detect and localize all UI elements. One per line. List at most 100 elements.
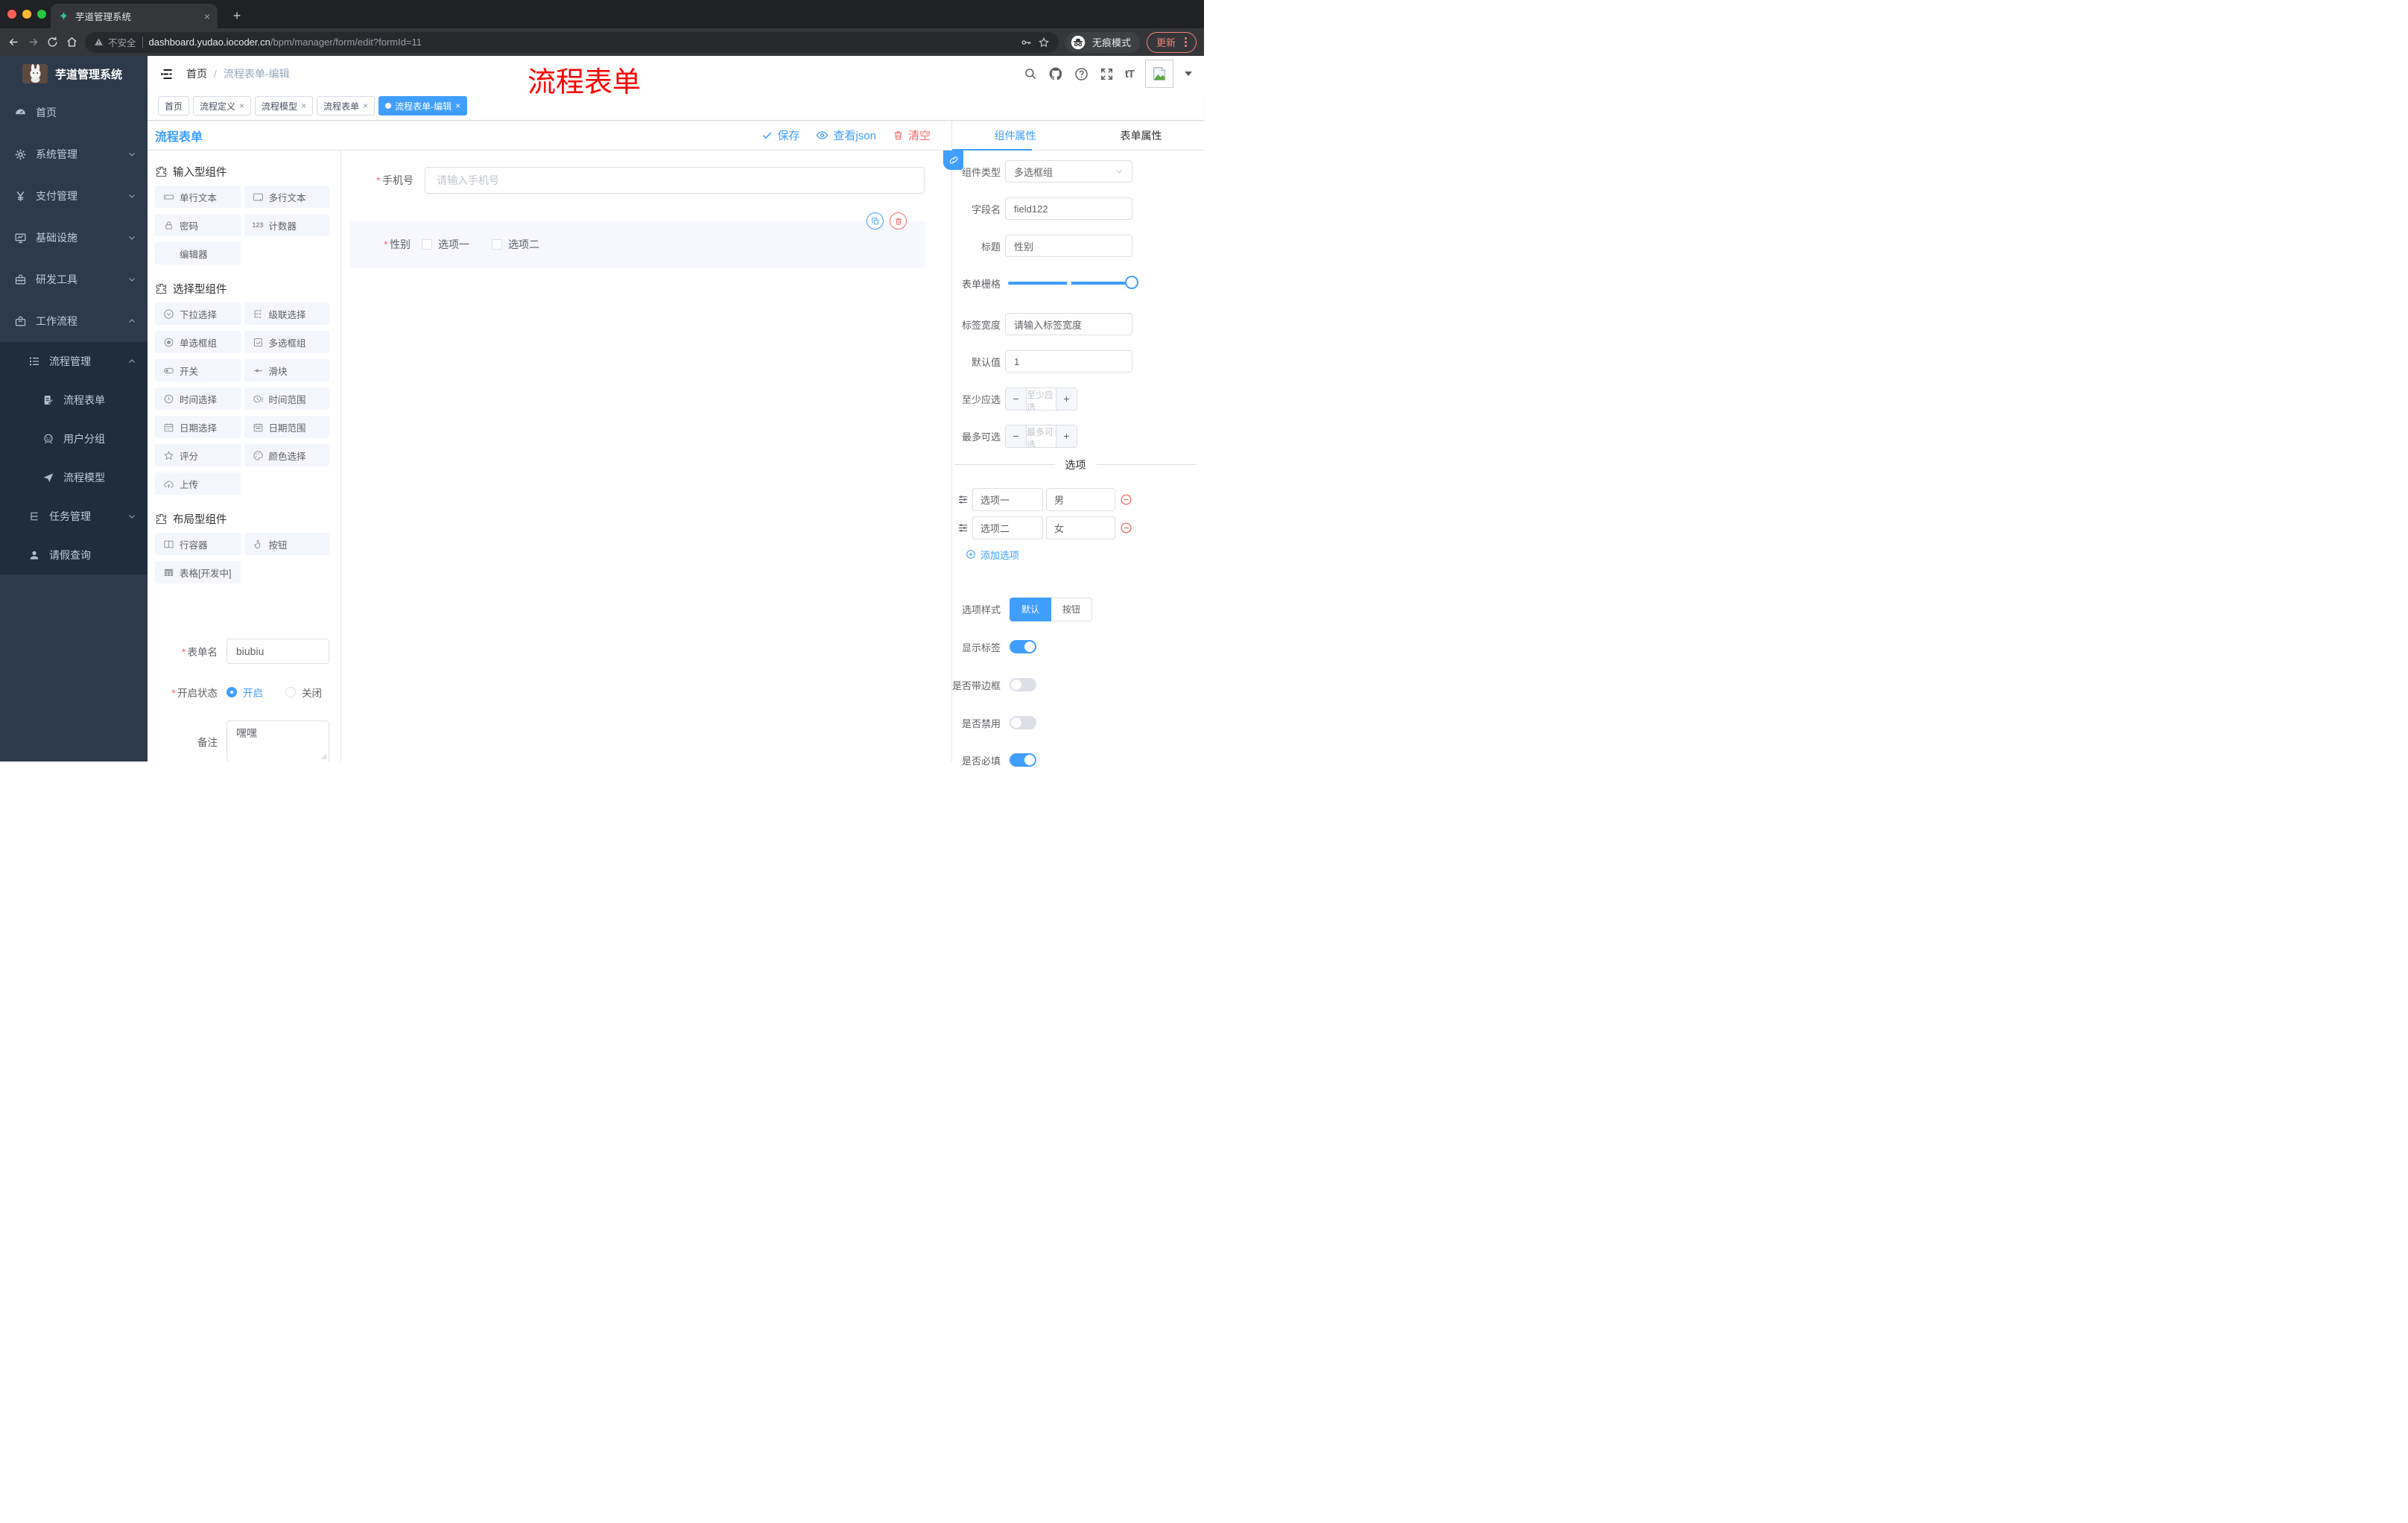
palette-item-password[interactable]: 密码	[155, 214, 241, 236]
palette-item-date-picker[interactable]: 日期选择	[155, 416, 241, 438]
palette-item-counter[interactable]: 123 计数器	[244, 214, 329, 236]
title-input[interactable]: 性别	[1005, 235, 1132, 257]
checkbox-icon[interactable]	[492, 239, 502, 250]
tag-process-definition[interactable]: 流程定义 ×	[193, 96, 252, 115]
disabled-switch[interactable]	[1010, 716, 1036, 729]
tag-close-icon[interactable]: ×	[455, 101, 460, 111]
clear-button[interactable]: 清空	[893, 127, 931, 143]
palette-item-row-container[interactable]: 行容器	[155, 533, 241, 555]
avatar[interactable]	[1145, 60, 1173, 88]
tab-form-props[interactable]: 表单属性	[1078, 121, 1204, 150]
phone-field-row[interactable]: * 手机号 请输入手机号	[341, 167, 925, 194]
tab-component-props[interactable]: 组件属性	[952, 121, 1078, 150]
phone-field-input[interactable]: 请输入手机号	[425, 167, 925, 194]
option-label-input[interactable]: 选项二	[972, 516, 1043, 539]
palette-item-cascader[interactable]: 级联选择	[244, 303, 329, 325]
palette-item-editor[interactable]: 编辑器	[155, 242, 241, 265]
gender-field-block[interactable]: * 性别 选项一 选项二	[349, 212, 925, 267]
style-default-button[interactable]: 默认	[1010, 597, 1052, 621]
palette-item-multi-text[interactable]: 多行文本	[244, 186, 329, 208]
home-icon[interactable]	[66, 36, 78, 48]
stepper-value[interactable]: 最多可选	[1027, 425, 1056, 447]
gender-option-1[interactable]: 选项一	[422, 237, 469, 252]
fullscreen-icon[interactable]	[1100, 67, 1114, 81]
style-button-button[interactable]: 按钮	[1051, 597, 1093, 621]
gender-option-2[interactable]: 选项二	[492, 237, 539, 252]
default-value-input[interactable]: 1	[1005, 350, 1132, 373]
remove-option-icon[interactable]	[1120, 522, 1132, 534]
tab-close-icon[interactable]: ×	[204, 11, 210, 22]
breadcrumb-home[interactable]: 首页	[186, 66, 207, 81]
save-button[interactable]: 保存	[761, 127, 799, 143]
resize-handle-icon[interactable]	[321, 754, 327, 760]
palette-item-button[interactable]: 按钮	[244, 533, 329, 555]
tag-close-icon[interactable]: ×	[301, 101, 306, 111]
checkbox-icon[interactable]	[422, 239, 432, 250]
url-text[interactable]: dashboard.yudao.iocoder.cn/bpm/manager/f…	[149, 37, 1014, 48]
stepper-minus-icon[interactable]: −	[1006, 387, 1027, 410]
browser-tab[interactable]: 芋道管理系统 ×	[51, 4, 218, 28]
palette-item-switch[interactable]: 开关	[155, 359, 241, 381]
label-width-input[interactable]: 请输入标签宽度	[1005, 313, 1132, 335]
palette-item-color-picker[interactable]: 颜色选择	[244, 444, 329, 466]
stepper-minus-icon[interactable]: −	[1006, 425, 1027, 447]
option-drag-icon[interactable]	[957, 522, 969, 533]
delete-component-button[interactable]	[890, 212, 907, 229]
sidebar-item-user-group[interactable]: 用户分组	[0, 419, 148, 458]
traffic-light-minimize[interactable]	[22, 10, 31, 19]
form-name-input[interactable]: biubiu	[226, 639, 329, 664]
tag-process-model[interactable]: 流程模型 ×	[255, 96, 314, 115]
palette-item-single-text[interactable]: 单行文本	[155, 186, 241, 208]
required-switch[interactable]	[1010, 753, 1036, 767]
min-select-stepper[interactable]: − 至少应选 +	[1005, 387, 1077, 411]
palette-item-radio-group[interactable]: 单选框组	[155, 331, 241, 353]
sidebar-item-payment[interactable]: 支付管理	[0, 175, 148, 217]
dropdown-caret-icon[interactable]	[1185, 72, 1192, 76]
new-tab-button[interactable]: +	[228, 7, 246, 25]
sidebar-item-process-model[interactable]: 流程模型	[0, 458, 148, 497]
option-label-input[interactable]: 选项一	[972, 488, 1043, 511]
option-value-input[interactable]: 男	[1046, 488, 1115, 511]
security-warning[interactable]: 不安全	[94, 35, 136, 49]
font-size-icon[interactable]: tT	[1125, 68, 1135, 80]
update-button[interactable]: 更新	[1146, 31, 1197, 53]
sidebar-item-workflow[interactable]: 工作流程	[0, 300, 148, 342]
reload-icon[interactable]	[46, 36, 59, 48]
sidebar-item-process-management[interactable]: 流程管理	[0, 342, 148, 381]
forward-icon[interactable]	[27, 36, 39, 48]
bookmark-star-icon[interactable]	[1038, 37, 1050, 48]
add-option-button[interactable]: 添加选项	[966, 548, 1204, 561]
tag-process-form-edit[interactable]: 流程表单-编辑 ×	[378, 96, 468, 115]
sidebar-brand[interactable]: 芋道管理系统	[0, 56, 148, 92]
sidebar-item-system[interactable]: 系统管理	[0, 133, 148, 175]
form-grid-slider[interactable]	[1008, 276, 1138, 289]
palette-item-upload[interactable]: 上传	[155, 472, 241, 495]
palette-item-date-range[interactable]: 日期范围	[244, 416, 329, 438]
palette-item-time-picker[interactable]: 时间选择	[155, 387, 241, 410]
max-select-stepper[interactable]: − 最多可选 +	[1005, 424, 1077, 448]
github-icon[interactable]	[1048, 66, 1063, 81]
option-drag-icon[interactable]	[957, 494, 969, 505]
help-icon[interactable]	[1074, 67, 1089, 81]
back-icon[interactable]	[7, 36, 20, 48]
tag-home[interactable]: 首页	[158, 96, 190, 115]
stepper-value[interactable]: 至少应选	[1027, 388, 1056, 410]
stepper-plus-icon[interactable]: +	[1056, 425, 1077, 447]
address-bar[interactable]: 不安全 dashboard.yudao.iocoder.cn/bpm/manag…	[85, 31, 1059, 53]
palette-item-table[interactable]: 表格[开发中]	[155, 561, 241, 583]
copy-component-button[interactable]	[866, 212, 884, 229]
form-remark-textarea[interactable]: 嘿嘿	[226, 721, 329, 762]
tag-close-icon[interactable]: ×	[239, 101, 244, 111]
view-json-button[interactable]: 查看json	[816, 127, 876, 143]
traffic-light-close[interactable]	[7, 10, 16, 19]
traffic-light-zoom[interactable]	[37, 10, 46, 19]
component-type-select[interactable]: 多选框组	[1005, 160, 1132, 183]
stepper-plus-icon[interactable]: +	[1056, 387, 1077, 410]
field-name-input[interactable]: field122	[1005, 197, 1132, 220]
sidebar-item-home[interactable]: 首页	[0, 92, 148, 133]
browser-menu-icon[interactable]	[1185, 37, 1187, 47]
option-value-input[interactable]: 女	[1046, 516, 1115, 539]
tag-close-icon[interactable]: ×	[363, 101, 368, 111]
sidebar-item-devtools[interactable]: 研发工具	[0, 259, 148, 300]
panel-handle[interactable]	[943, 151, 963, 170]
